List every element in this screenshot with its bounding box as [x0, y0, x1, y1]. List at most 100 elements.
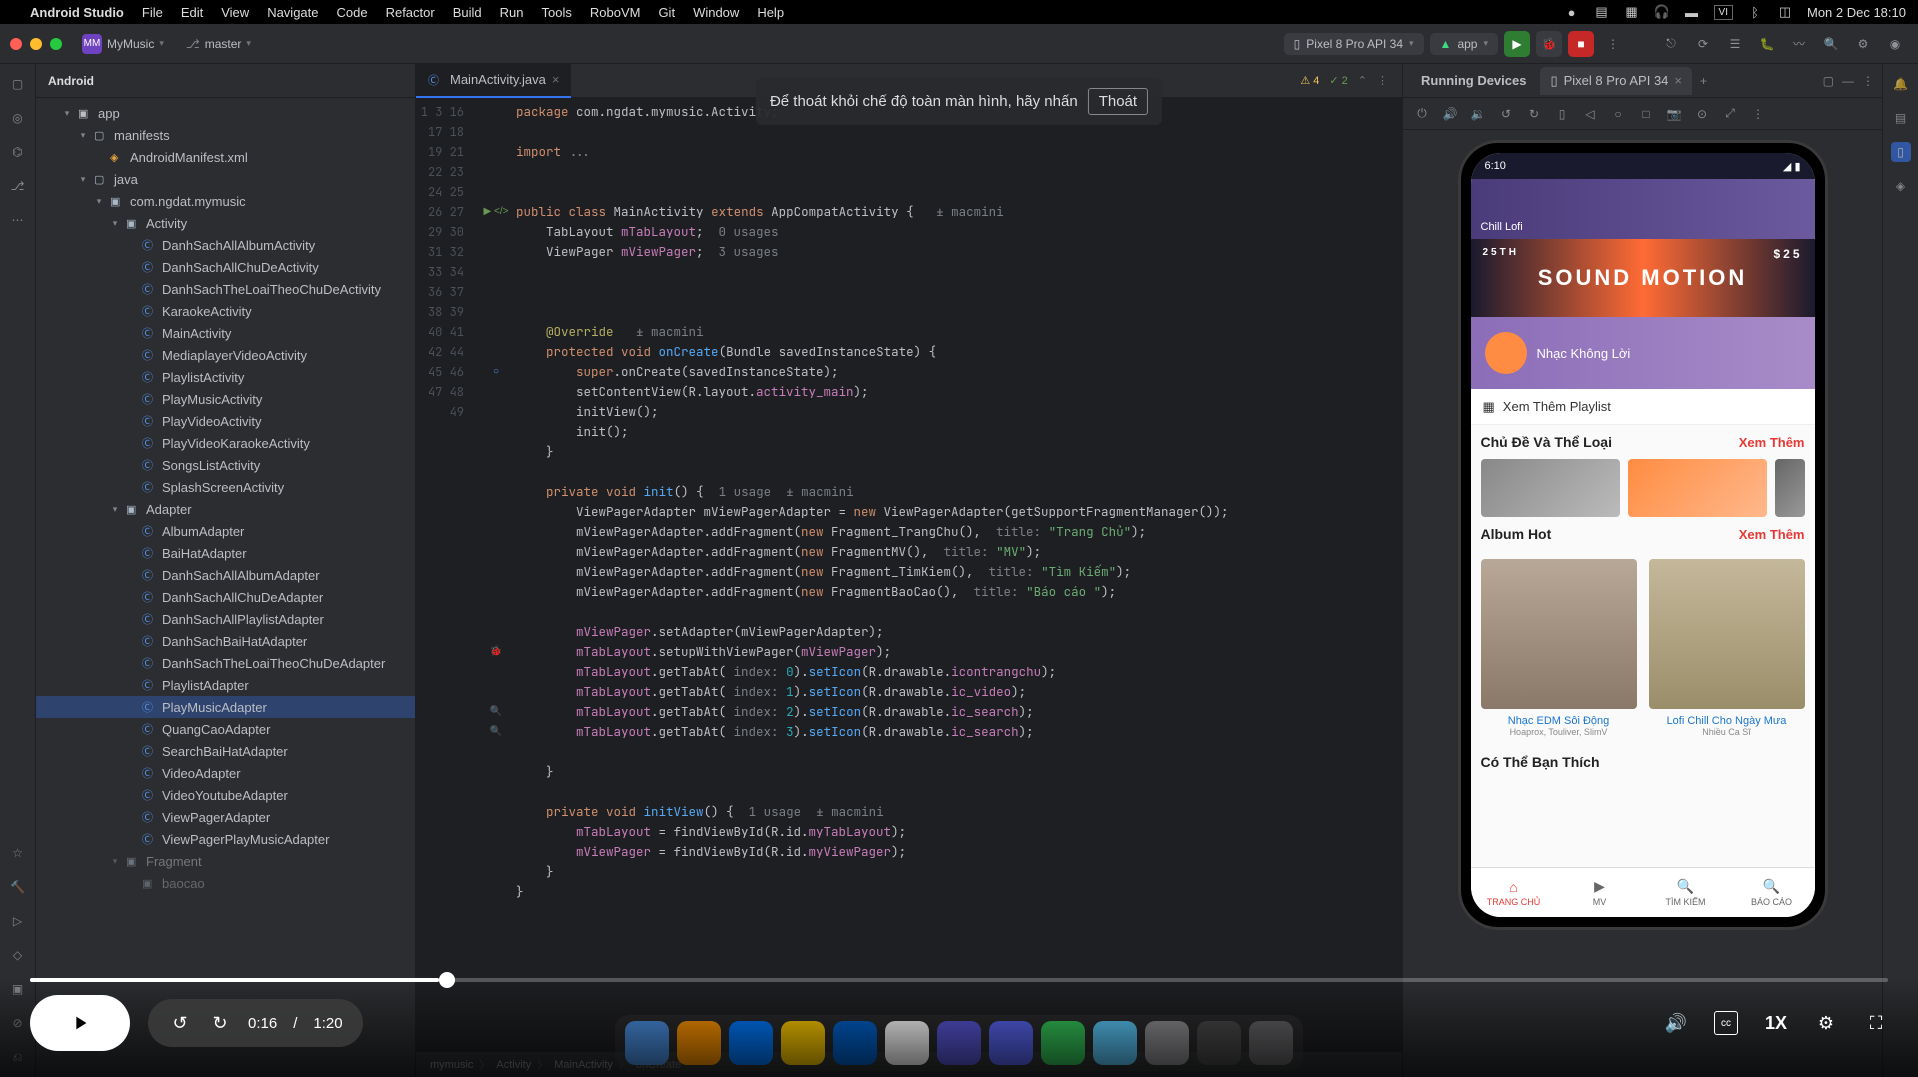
run-button[interactable]: ▶	[1504, 31, 1530, 57]
menu-tools[interactable]: Tools	[542, 5, 572, 20]
home-icon[interactable]: ○	[1609, 105, 1627, 123]
tree-adapter[interactable]: ⒸDanhSachTheLoaiTheoChuDeAdapter	[36, 652, 415, 674]
tree-adapter[interactable]: ⒸAlbumAdapter	[36, 520, 415, 542]
qr-icon[interactable]: ▦	[1624, 4, 1640, 20]
category-card[interactable]	[1481, 459, 1620, 517]
tree-activity[interactable]: ⒸPlaylistActivity	[36, 366, 415, 388]
rotate-right-icon[interactable]: ↻	[1525, 105, 1543, 123]
see-more-link[interactable]: Xem Thêm	[1739, 435, 1805, 450]
notifications-icon[interactable]: 🔔	[1891, 74, 1911, 94]
tree-activity[interactable]: ⒸPlayMusicActivity	[36, 388, 415, 410]
more-icon[interactable]: ⋮	[1862, 74, 1874, 88]
rotate-left-icon[interactable]: ↺	[1497, 105, 1515, 123]
volume-icon[interactable]: 🔊	[1664, 1011, 1688, 1035]
running-devices-label[interactable]: Running Devices	[1411, 67, 1536, 94]
emulator-screen[interactable]: 6:10 ◢ ▮ Chill Lofi 25TH SOUND MOTION $2…	[1471, 153, 1815, 917]
menu-robovm[interactable]: RoboVM	[590, 5, 641, 20]
banner-sound-motion[interactable]: 25TH SOUND MOTION $25	[1471, 239, 1815, 317]
tree-package[interactable]: ▾▣com.ngdat.mymusic	[36, 190, 415, 212]
overview-icon[interactable]: □	[1637, 105, 1655, 123]
mirror-icon[interactable]: ◫	[1777, 4, 1793, 20]
input-lang[interactable]: VI	[1714, 5, 1733, 20]
menu-help[interactable]: Help	[757, 5, 784, 20]
tree-activity[interactable]: ⒸDanhSachAllChuDeActivity	[36, 256, 415, 278]
menu-navigate[interactable]: Navigate	[267, 5, 318, 20]
captions-icon[interactable]: cc	[1714, 1011, 1738, 1035]
tree-activity[interactable]: ⒸKaraokeActivity	[36, 300, 415, 322]
back-icon[interactable]: ◁	[1581, 105, 1599, 123]
banner-chill-lofi[interactable]: Chill Lofi	[1471, 179, 1815, 239]
tree-adapter-pkg[interactable]: ▾▣Adapter	[36, 498, 415, 520]
tree-adapter[interactable]: ⒸVideoYoutubeAdapter	[36, 784, 415, 806]
tree-adapter[interactable]: ⒸBaiHatAdapter	[36, 542, 415, 564]
sync-icon[interactable]: ⟳	[1690, 31, 1716, 57]
nav-report[interactable]: 🔍BÁO CÁO	[1729, 868, 1815, 917]
warnings-badge[interactable]: ⚠ 4	[1300, 74, 1319, 87]
album-row[interactable]: Nhạc EDM Sôi Động Hoaprox, Touliver, Sli…	[1471, 551, 1815, 745]
more-emulator-icon[interactable]: ⋮	[1749, 105, 1767, 123]
add-device-icon[interactable]: +	[1700, 74, 1707, 88]
nav-mv[interactable]: ▶MV	[1557, 868, 1643, 917]
tree-java[interactable]: ▾▢java	[36, 168, 415, 190]
project-selector[interactable]: MM MyMusic ▾	[82, 34, 164, 54]
tree-manifests[interactable]: ▾▢manifests	[36, 124, 415, 146]
panel-header[interactable]: Android	[36, 64, 415, 98]
video-progress-bar[interactable]	[30, 977, 1888, 983]
record-icon[interactable]: ●	[1564, 4, 1580, 20]
minimize-window-button[interactable]	[30, 38, 42, 50]
tree-adapter[interactable]: ⒸPlaylistAdapter	[36, 674, 415, 696]
project-tree[interactable]: ▾▣app ▾▢manifests ◈AndroidManifest.xml ▾…	[36, 98, 415, 1077]
tree-mainactivity[interactable]: ⒸMainActivity	[36, 322, 415, 344]
bt-icon[interactable]: ᛒ	[1747, 4, 1763, 20]
menubar-clock[interactable]: Mon 2 Dec 18:10	[1807, 5, 1906, 20]
tree-activity-pkg[interactable]: ▾▣Activity	[36, 212, 415, 234]
nav-search[interactable]: 🔍TÌM KIẾM	[1643, 868, 1729, 917]
structure-tool-icon[interactable]: ⌬	[8, 142, 28, 162]
diamond-tool-icon[interactable]: ◇	[8, 945, 28, 965]
device-manager-icon[interactable]: ◈	[1891, 176, 1911, 196]
stop-button[interactable]: ■	[1568, 31, 1594, 57]
tree-activity[interactable]: ⒸMediaplayerVideoActivity	[36, 344, 415, 366]
debug-attach-icon[interactable]: 🐛	[1754, 31, 1780, 57]
tree-baocao[interactable]: ▣baocao	[36, 872, 415, 894]
see-more-link[interactable]: Xem Thêm	[1739, 527, 1805, 542]
menu-edit[interactable]: Edit	[181, 5, 203, 20]
menu-view[interactable]: View	[221, 5, 249, 20]
code-with-me-icon[interactable]: ⎋	[1658, 31, 1684, 57]
tree-playmusic-adapter[interactable]: ⒸPlayMusicAdapter	[36, 696, 415, 718]
headphones-icon[interactable]: 🎧	[1654, 4, 1670, 20]
progress-thumb[interactable]	[439, 972, 455, 988]
tree-adapter[interactable]: ⒸViewPagerPlayMusicAdapter	[36, 828, 415, 850]
git-branch-selector[interactable]: ⎇ master ▾	[186, 37, 251, 51]
maximize-window-button[interactable]	[50, 38, 62, 50]
project-tool-icon[interactable]: ▢	[8, 74, 28, 94]
tree-adapter[interactable]: ⒸDanhSachAllPlaylistAdapter	[36, 608, 415, 630]
menu-git[interactable]: Git	[658, 5, 675, 20]
build-tool-icon[interactable]: 🔨	[8, 877, 28, 897]
checks-badge[interactable]: ✓ 2	[1329, 74, 1347, 87]
gear-icon[interactable]: ⚙	[1850, 31, 1876, 57]
fullscreen-icon[interactable]: ⛶	[1864, 1011, 1888, 1035]
commit-tool-icon[interactable]: ◎	[8, 108, 28, 128]
more-editor-icon[interactable]: ⋮	[1377, 74, 1388, 87]
list-icon[interactable]: ☰	[1722, 31, 1748, 57]
tree-adapter[interactable]: ⒸDanhSachAllAlbumAdapter	[36, 564, 415, 586]
menu-build[interactable]: Build	[453, 5, 482, 20]
resize-icon[interactable]: ⤢	[1721, 105, 1739, 123]
more-tools-icon[interactable]: ⋯	[8, 210, 28, 230]
more-playlist-link[interactable]: ▦ Xem Thêm Playlist	[1471, 389, 1815, 425]
close-device-tab-icon[interactable]: ×	[1674, 73, 1682, 88]
run-config-selector[interactable]: ▲ app ▾	[1430, 33, 1498, 55]
menu-code[interactable]: Code	[337, 5, 368, 20]
tree-adapter[interactable]: ⒸDanhSachBaiHatAdapter	[36, 630, 415, 652]
screenshot-icon[interactable]: 📷	[1665, 105, 1683, 123]
album-card[interactable]: Lofi Chill Cho Ngày Mưa Nhiều Ca Sĩ	[1649, 559, 1805, 737]
minimize-icon[interactable]: —	[1842, 74, 1854, 88]
category-card[interactable]	[1775, 459, 1805, 517]
dock-icon[interactable]: ▢	[1823, 74, 1834, 88]
exit-fullscreen-button[interactable]: Thoát	[1088, 88, 1148, 115]
category-card[interactable]	[1628, 459, 1767, 517]
editor-tab-mainactivity[interactable]: Ⓒ MainActivity.java ×	[416, 64, 571, 98]
tree-activity[interactable]: ⒸPlayVideoKaraokeActivity	[36, 432, 415, 454]
tree-adapter[interactable]: ⒸVideoAdapter	[36, 762, 415, 784]
